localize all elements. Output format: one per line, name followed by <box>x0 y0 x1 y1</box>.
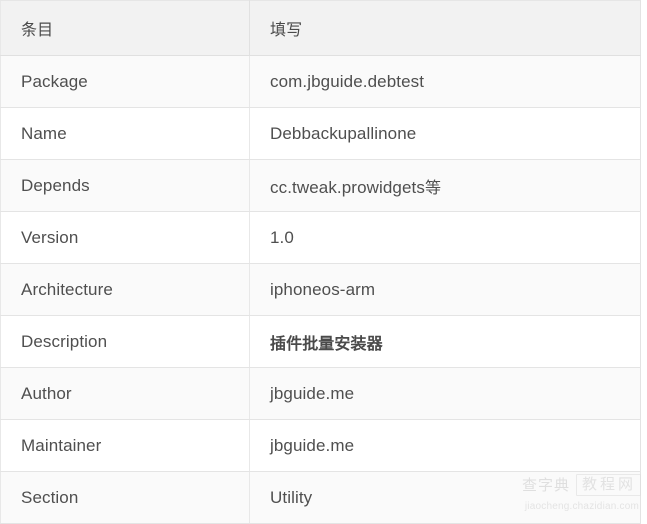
table-row: Author jbguide.me <box>0 367 641 420</box>
cell-value: 插件批量安装器 <box>249 315 641 368</box>
cell-item: Name <box>0 107 250 160</box>
cell-item: Architecture <box>0 263 250 316</box>
deb-control-fields-table: 条目 填写 Package com.jbguide.debtest Name Debb… <box>0 0 641 524</box>
cell-value: Debbackupallinone <box>249 107 641 160</box>
table-row: Section Utility <box>0 471 641 524</box>
deb-control-table-container: 条目 填写 Package com.jbguide.debtest Name Debb… <box>0 0 647 524</box>
table-header-row: 条目 填写 <box>0 0 641 56</box>
table-body: Package com.jbguide.debtest Name Debbackupa… <box>0 55 641 524</box>
cell-item: Depends <box>0 159 250 212</box>
cell-item: Description <box>0 315 250 368</box>
cell-item: Section <box>0 471 250 524</box>
table-header: 条目 填写 <box>0 0 641 56</box>
table-row: Version 1.0 <box>0 211 641 264</box>
cell-value: Utility <box>249 471 641 524</box>
cell-value: jbguide.me <box>249 367 641 420</box>
column-header-item: 条目 <box>0 0 250 56</box>
cell-item: Package <box>0 55 250 108</box>
cell-value: cc.tweak.prowidgets等 <box>249 159 641 212</box>
cell-value: iphoneos-arm <box>249 263 641 316</box>
table-row: Package com.jbguide.debtest <box>0 55 641 108</box>
table-row: Description 插件批量安装器 <box>0 315 641 368</box>
cell-item: Author <box>0 367 250 420</box>
table-row: Maintainer jbguide.me <box>0 419 641 472</box>
cell-value: com.jbguide.debtest <box>249 55 641 108</box>
column-header-value: 填写 <box>249 0 641 56</box>
cell-value: jbguide.me <box>249 419 641 472</box>
cell-item: Version <box>0 211 250 264</box>
table-row: Depends cc.tweak.prowidgets等 <box>0 159 641 212</box>
table-row: Name Debbackupallinone <box>0 107 641 160</box>
cell-value: 1.0 <box>249 211 641 264</box>
table-row: Architecture iphoneos-arm <box>0 263 641 316</box>
cell-item: Maintainer <box>0 419 250 472</box>
cell-value-cjk-suffix: 等 <box>424 177 442 197</box>
